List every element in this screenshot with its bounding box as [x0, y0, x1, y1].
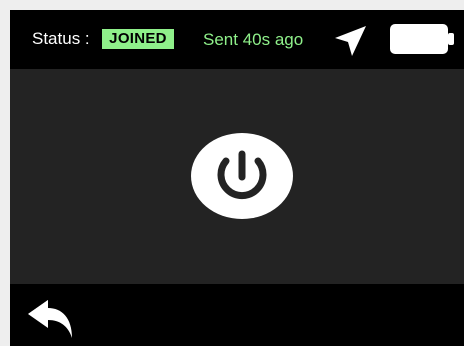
status-label: Status : — [32, 29, 90, 48]
back-button[interactable] — [28, 300, 74, 340]
power-button[interactable] — [191, 133, 293, 219]
last-sent-text: Sent 40s ago — [203, 30, 304, 49]
battery-icon — [390, 24, 454, 54]
bottom-bar — [10, 284, 464, 346]
back-arrow-icon — [28, 300, 72, 338]
navigation-arrow-icon — [335, 26, 366, 56]
main-panel — [10, 69, 464, 284]
status-badge: JOINED — [102, 29, 174, 49]
status-bar: Status : JOINED Sent 40s ago — [10, 10, 464, 69]
power-icon — [191, 133, 293, 219]
device-screen: Status : JOINED Sent 40s ago — [10, 10, 464, 346]
